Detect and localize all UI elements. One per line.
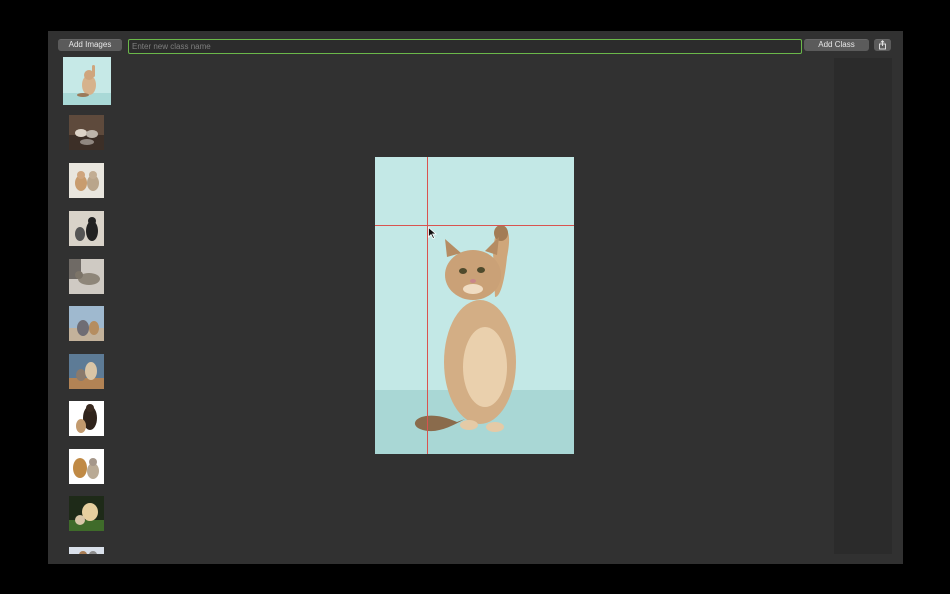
share-button[interactable] xyxy=(874,39,891,51)
app-window: Add Images Add Class xyxy=(48,31,903,564)
annotation-canvas[interactable] xyxy=(375,157,574,454)
mouse-cursor-icon xyxy=(428,227,437,239)
thumbnail-kittens-on-sofa[interactable] xyxy=(69,115,104,150)
share-icon xyxy=(879,40,886,50)
thumbnail-cats-and-dog-white[interactable] xyxy=(69,449,104,484)
add-images-button[interactable]: Add Images xyxy=(58,39,122,51)
class-list-panel xyxy=(834,58,892,554)
thumbnail-dog-and-puppy-grass[interactable] xyxy=(69,496,104,531)
thumbnail-cat-and-dog-white[interactable] xyxy=(69,163,104,198)
thumbnail-dog-cat-window[interactable] xyxy=(69,306,104,341)
thumbnail-kitten-teal[interactable] xyxy=(63,57,111,105)
horizontal-guide-line[interactable] xyxy=(375,225,574,226)
thumbnail-partial[interactable] xyxy=(69,544,104,554)
thumbnail-dog-black-kitten[interactable] xyxy=(69,401,104,436)
thumbnail-dog-and-cat-table[interactable] xyxy=(69,354,104,389)
vertical-guide-line[interactable] xyxy=(427,157,428,454)
thumbnail-cats-black-white[interactable] xyxy=(69,211,104,246)
add-class-button[interactable]: Add Class xyxy=(804,39,869,51)
thumbnail-cat-lying-bed[interactable] xyxy=(69,259,104,294)
kitten-image xyxy=(375,157,574,454)
class-name-input[interactable] xyxy=(128,39,802,54)
